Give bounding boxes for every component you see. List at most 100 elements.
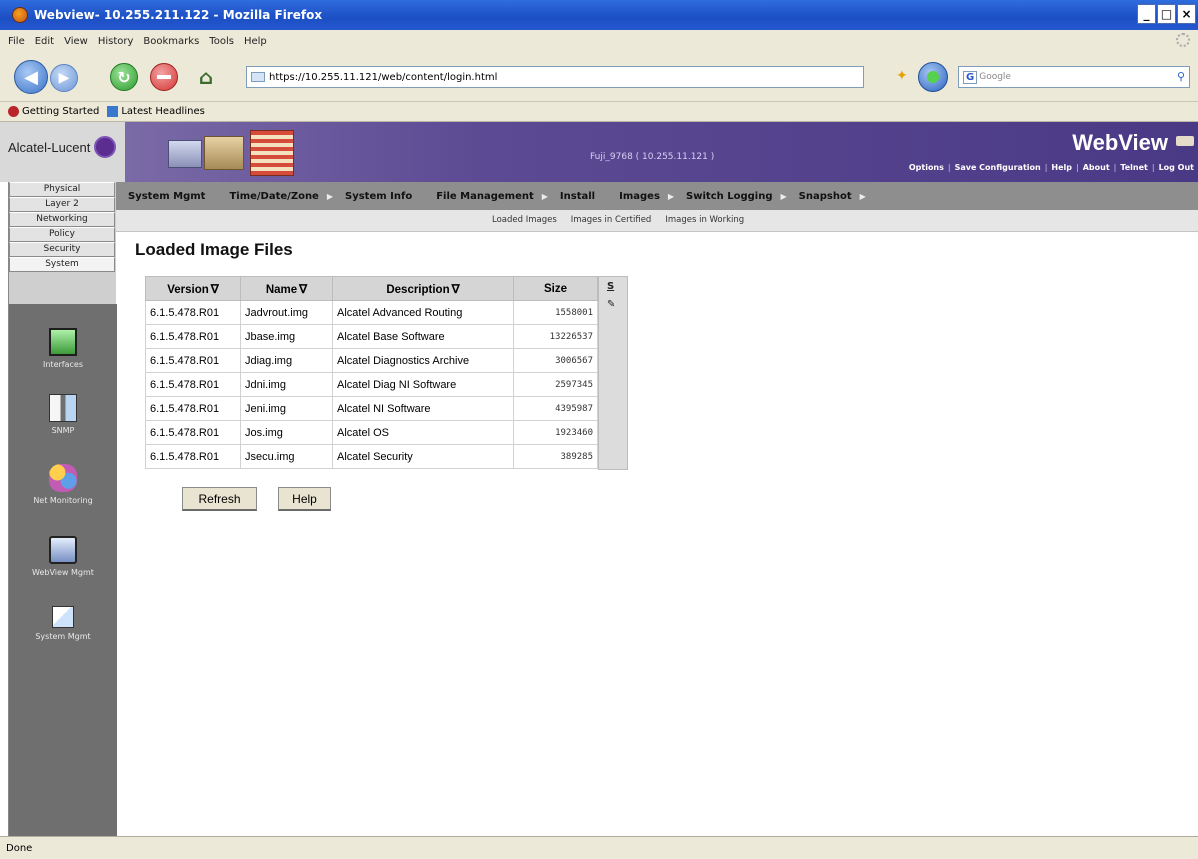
column-header-version[interactable]: Version ∇ — [145, 276, 241, 301]
cell-size: 13226537 — [513, 324, 598, 349]
table-row[interactable]: 6.1.5.478.R01 Jadvrout.img Alcatel Advan… — [145, 300, 598, 325]
sub-nav-bar: Loaded Images Images in Certified Images… — [116, 210, 1198, 232]
search-bar[interactable]: G Google ⚲ — [958, 66, 1190, 88]
sort-icon[interactable]: ∇ — [452, 282, 460, 296]
logout-link[interactable]: Log Out — [1159, 163, 1194, 172]
save-configuration-link[interactable]: Save Configuration — [955, 163, 1041, 172]
snmp-icon — [49, 394, 77, 422]
webview-mgmt-icon — [49, 536, 77, 564]
column-header-size[interactable]: Size — [513, 276, 598, 301]
cell-name: Jsecu.img — [240, 444, 333, 469]
sort-icon[interactable]: ∇ — [299, 282, 307, 296]
column-header-name[interactable]: Name ∇ — [240, 276, 333, 301]
sidebar-tab-layer2[interactable]: Layer 2 — [9, 197, 115, 212]
nav-install[interactable]: Install — [560, 191, 595, 202]
logout-icon[interactable] — [1176, 136, 1194, 146]
submenu-arrow-icon: ▶ — [667, 191, 675, 201]
menu-bookmarks[interactable]: Bookmarks — [143, 36, 199, 47]
menu-bar: File Edit View History Bookmarks Tools H… — [0, 30, 1198, 52]
table-row[interactable]: 6.1.5.478.R01 Jbase.img Alcatel Base Sof… — [145, 324, 598, 349]
sidebar-item-label: Interfaces — [43, 360, 83, 369]
about-link[interactable]: About — [1083, 163, 1110, 172]
close-button[interactable]: × — [1177, 4, 1196, 24]
url-bar[interactable]: https://10.255.11.121/web/content/login.… — [246, 66, 864, 88]
go-button[interactable] — [918, 62, 948, 92]
status-bar: Done — [0, 836, 1198, 859]
back-button[interactable]: ◀ — [14, 60, 48, 94]
sidebar-tab-policy[interactable]: Policy — [9, 227, 115, 242]
sidebar-item-interfaces[interactable]: Interfaces — [9, 328, 117, 369]
cell-size: 2597345 — [513, 372, 598, 397]
sidebar-tab-networking[interactable]: Networking — [9, 212, 115, 227]
menu-file[interactable]: File — [8, 36, 25, 47]
net-monitoring-icon — [49, 464, 77, 492]
menu-help[interactable]: Help — [244, 36, 267, 47]
subnav-images-in-certified[interactable]: Images in Certified — [571, 215, 652, 225]
nav-system-mgmt[interactable]: System Mgmt — [128, 191, 205, 202]
sort-icon[interactable]: ∇ — [211, 282, 219, 296]
reload-button[interactable]: ↻ — [110, 63, 138, 91]
menu-history[interactable]: History — [98, 36, 134, 47]
column-label: Name — [265, 283, 298, 296]
sidebar-item-system-mgmt[interactable]: System Mgmt — [9, 606, 117, 641]
table-row[interactable]: 6.1.5.478.R01 Jeni.img Alcatel NI Softwa… — [145, 396, 598, 421]
table-row[interactable]: 6.1.5.478.R01 Jsecu.img Alcatel Security… — [145, 444, 598, 469]
bookmark-star-icon[interactable]: ✦ — [896, 68, 908, 84]
sidebar-item-snmp[interactable]: SNMP — [9, 394, 117, 435]
table-row[interactable]: 6.1.5.478.R01 Jos.img Alcatel OS 1923460 — [145, 420, 598, 445]
firefox-icon — [12, 7, 28, 23]
bookmark-latest-headlines[interactable]: Latest Headlines — [107, 106, 205, 117]
home-button[interactable]: ⌂ — [190, 63, 222, 91]
stop-button[interactable] — [150, 63, 178, 91]
nav-system-info[interactable]: System Info — [345, 191, 412, 202]
edit-icon[interactable]: ✎ — [607, 299, 615, 310]
search-placeholder: Google — [979, 72, 1011, 82]
cell-size: 1923460 — [513, 420, 598, 445]
sidebar-tab-system[interactable]: System — [9, 257, 115, 272]
main-nav-bar: System Mgmt Time/Date/Zone ▶ System Info … — [116, 182, 1198, 210]
nav-switch-logging[interactable]: Switch Logging — [686, 191, 772, 202]
bookmarks-toolbar: Getting Started Latest Headlines — [0, 102, 1198, 122]
subnav-images-in-working[interactable]: Images in Working — [665, 215, 744, 225]
nav-snapshot[interactable]: Snapshot — [799, 191, 852, 202]
nav-time-date-zone[interactable]: Time/Date/Zone — [229, 191, 318, 202]
menu-view[interactable]: View — [64, 36, 88, 47]
sidebar-item-label: SNMP — [51, 426, 75, 435]
sidebar-tab-physical[interactable]: Physical — [9, 182, 115, 197]
column-label: Version — [167, 283, 209, 296]
table-row[interactable]: 6.1.5.478.R01 Jdni.img Alcatel Diag NI S… — [145, 372, 598, 397]
sidebar-item-webview-mgmt[interactable]: WebView Mgmt — [9, 536, 117, 577]
nav-images[interactable]: Images — [619, 191, 660, 202]
menu-tools[interactable]: Tools — [209, 36, 234, 47]
cell-description: Alcatel OS — [332, 420, 514, 445]
sidebar-item-net-monitoring[interactable]: Net Monitoring — [9, 464, 117, 505]
sidebar-icon-panel: Interfaces SNMP Net Monitoring WebView M… — [9, 304, 117, 836]
column-header-description[interactable]: Description ∇ — [332, 276, 514, 301]
help-link[interactable]: Help — [1051, 163, 1072, 172]
interfaces-icon — [49, 328, 77, 356]
subnav-loaded-images[interactable]: Loaded Images — [492, 215, 557, 225]
cell-version: 6.1.5.478.R01 — [145, 324, 241, 349]
refresh-button[interactable]: Refresh — [182, 487, 257, 511]
system-mgmt-icon — [52, 606, 74, 628]
bookmark-getting-started[interactable]: Getting Started — [8, 106, 99, 117]
help-button[interactable]: Help — [278, 487, 331, 511]
sidebar-tab-security[interactable]: Security — [9, 242, 115, 257]
minimize-button[interactable]: _ — [1137, 4, 1156, 24]
forward-button[interactable]: ▶ — [50, 64, 78, 92]
alcatel-lucent-logo-icon — [94, 136, 117, 158]
search-icon[interactable]: ⚲ — [1177, 70, 1185, 83]
header-links: Options | Save Configuration | Help | About… — [908, 163, 1194, 172]
select-all-button[interactable]: S — [607, 281, 614, 292]
cell-description: Alcatel NI Software — [332, 396, 514, 421]
submenu-arrow-icon: ▶ — [326, 191, 333, 201]
cell-description: Alcatel Diagnostics Archive — [332, 348, 514, 373]
maximize-button[interactable]: □ — [1157, 4, 1176, 24]
submenu-arrow-icon: ▶ — [780, 191, 787, 201]
nav-file-management[interactable]: File Management — [436, 191, 534, 202]
bookmark-label: Latest Headlines — [121, 106, 205, 117]
table-row[interactable]: 6.1.5.478.R01 Jdiag.img Alcatel Diagnost… — [145, 348, 598, 373]
options-link[interactable]: Options — [909, 163, 944, 172]
telnet-link[interactable]: Telnet — [1120, 163, 1148, 172]
menu-edit[interactable]: Edit — [35, 36, 54, 47]
